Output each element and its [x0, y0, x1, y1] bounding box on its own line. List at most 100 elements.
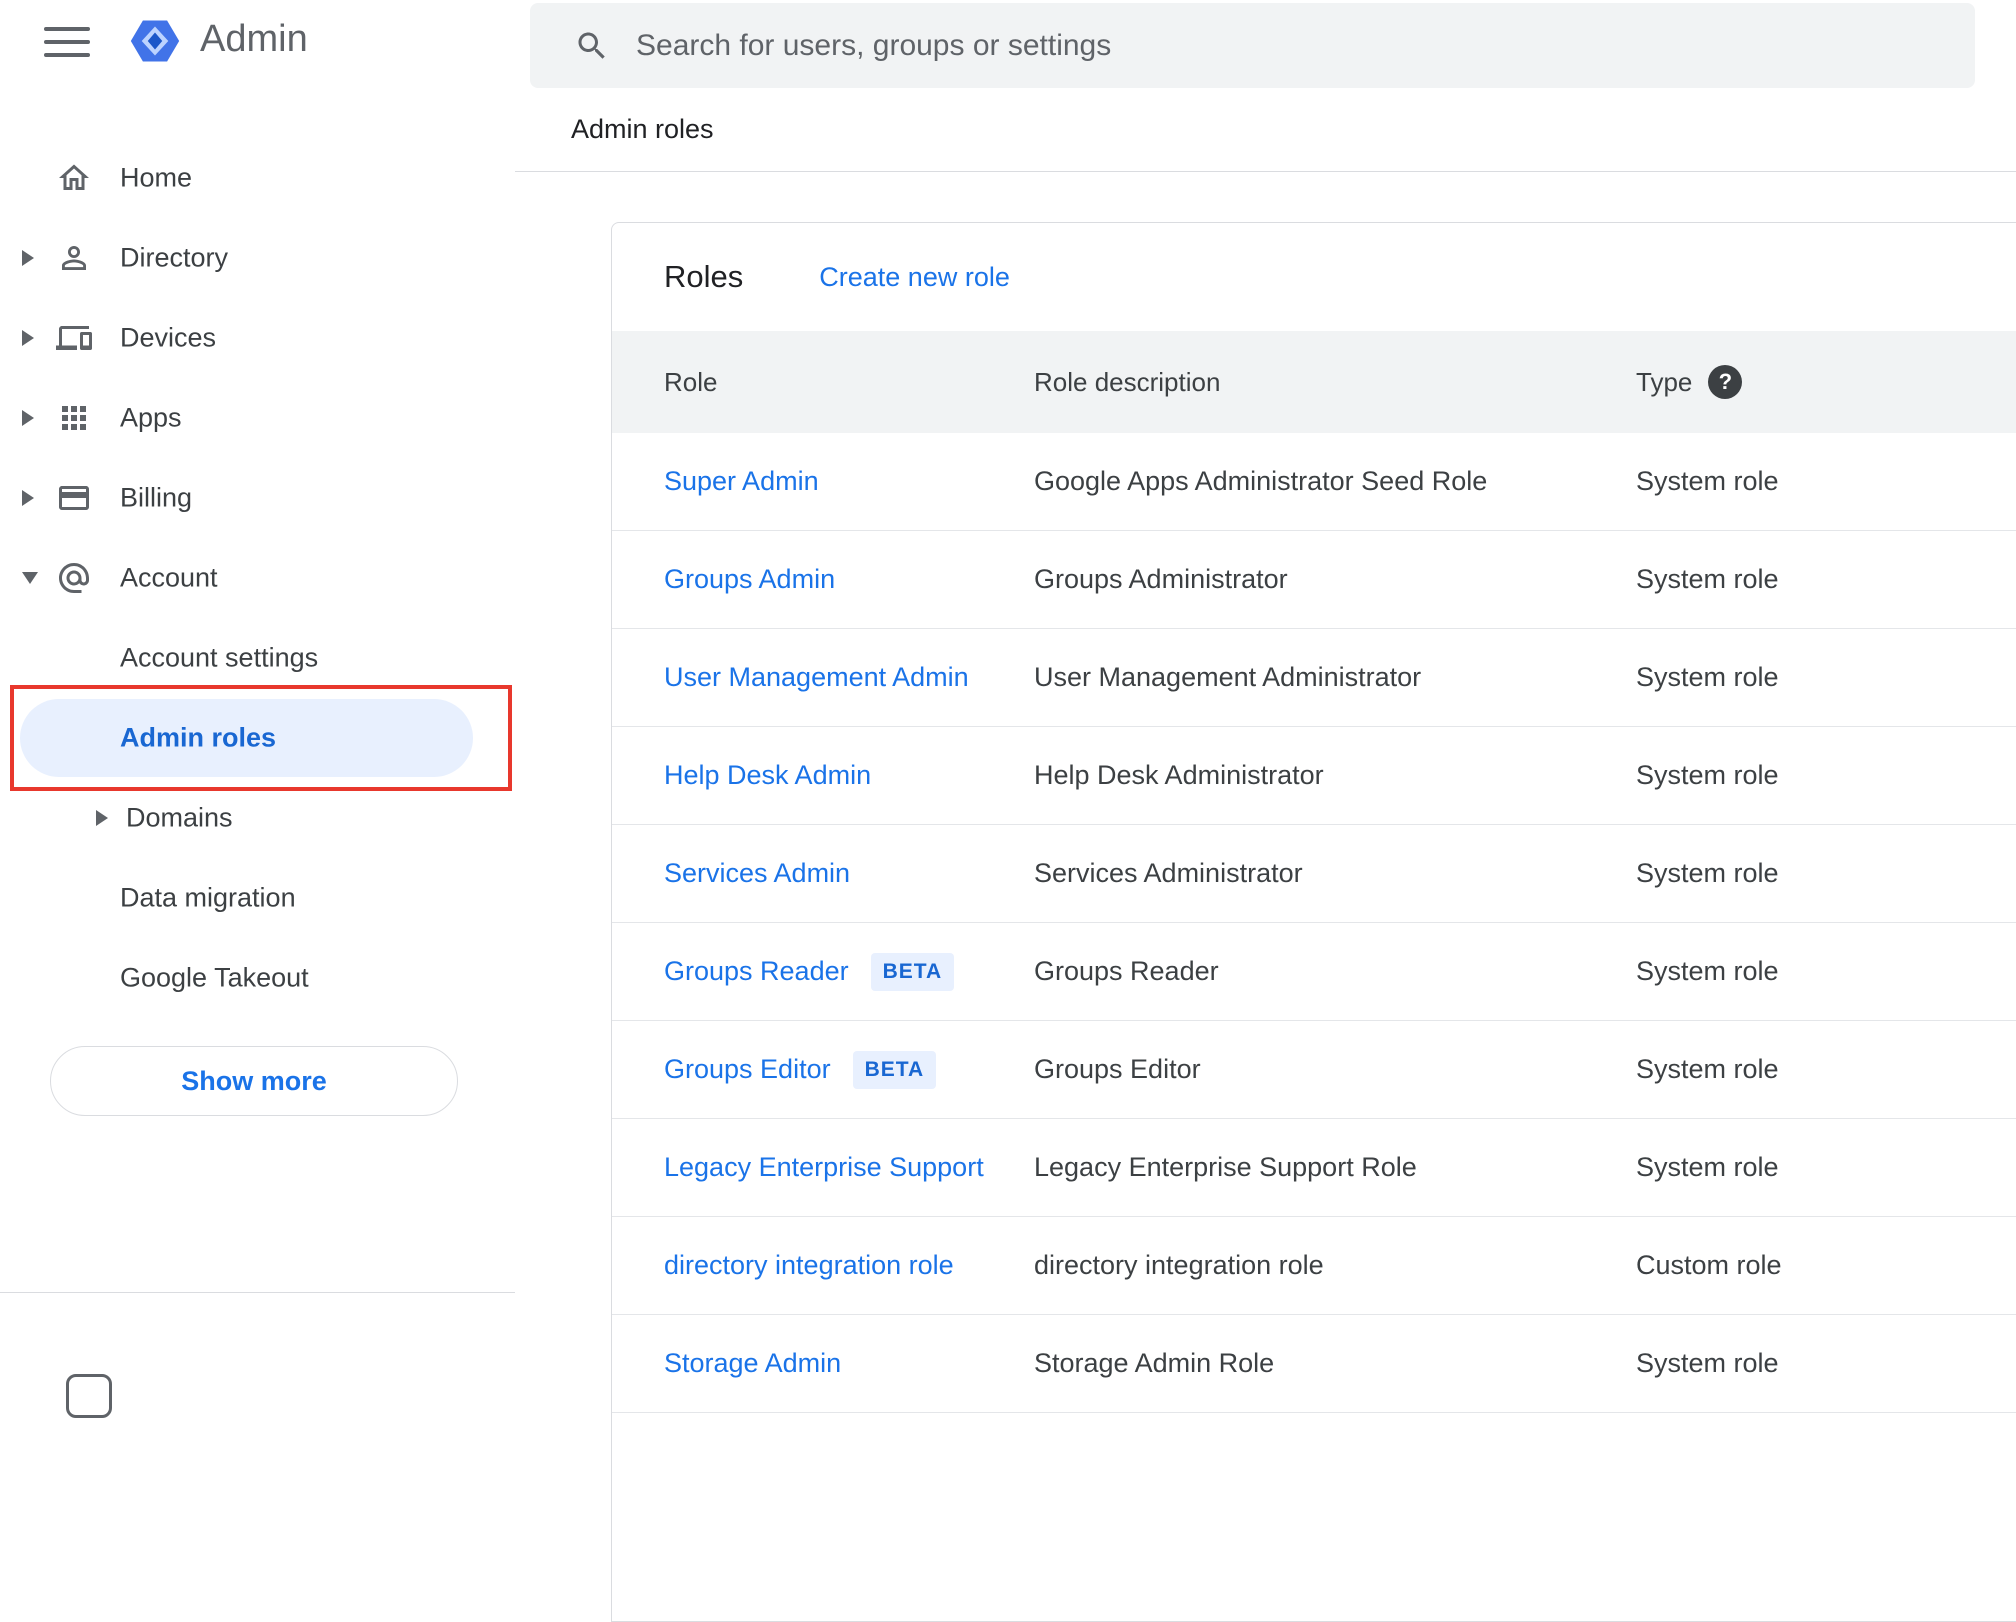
role-link[interactable]: Storage Admin [664, 1348, 841, 1379]
column-header-label: Role [664, 367, 717, 397]
app-title: Admin [200, 18, 308, 61]
column-header-role-description: Role description [1034, 367, 1636, 398]
breadcrumb-bar: Admin roles [515, 88, 2016, 172]
sidebar-item-home[interactable]: Home [0, 138, 515, 218]
sidebar-item-directory[interactable]: Directory [0, 218, 515, 298]
role-cell: directory integration role [664, 1250, 1034, 1281]
sidebar-item-google-takeout[interactable]: Google Takeout [0, 938, 515, 1018]
chevron-right-icon[interactable] [96, 810, 108, 826]
beta-badge: BETA [853, 1051, 937, 1089]
role-cell: Help Desk Admin [664, 760, 1034, 791]
sidebar-item-data-migration[interactable]: Data migration [0, 858, 515, 938]
role-link[interactable]: directory integration role [664, 1250, 954, 1281]
search-bar[interactable] [530, 3, 1975, 88]
column-header-label: Role description [1034, 367, 1220, 397]
role-link[interactable]: Legacy Enterprise Support [664, 1152, 984, 1183]
role-type: System role [1636, 466, 2016, 497]
role-link[interactable]: Groups Admin [664, 564, 835, 595]
person-icon [56, 240, 92, 276]
feedback-icon[interactable] [66, 1374, 112, 1418]
table-row: Groups EditorBETAGroups EditorSystem rol… [612, 1021, 2016, 1119]
roles-card: Roles Create new role Role Role descripti… [611, 222, 2016, 1622]
sidebar-item-admin-roles[interactable]: Admin roles [0, 698, 515, 778]
sidebar-header: Admin [0, 0, 515, 90]
role-link[interactable]: Groups Editor [664, 1054, 831, 1085]
role-cell: Services Admin [664, 858, 1034, 889]
sidebar-item-domains[interactable]: Domains [0, 778, 515, 858]
role-type: System role [1636, 564, 2016, 595]
role-description: User Management Administrator [1034, 662, 1636, 693]
beta-badge: BETA [871, 953, 955, 991]
sidebar-item-label: Home [120, 163, 192, 194]
sidebar-nav: Home Directory Devices Apps Billing Account Ac… [0, 90, 515, 1018]
role-link[interactable]: Help Desk Admin [664, 760, 871, 791]
table-row: Groups AdminGroups AdministratorSystem r… [612, 531, 2016, 629]
role-cell: Groups Editor BETA [664, 1051, 1034, 1089]
sidebar-item-label: Account settings [120, 643, 318, 674]
sidebar-item-label: Apps [120, 403, 182, 434]
home-icon [56, 160, 92, 196]
table-row: Storage AdminStorage Admin RoleSystem ro… [612, 1315, 2016, 1413]
sidebar-item-label: Google Takeout [120, 963, 309, 994]
sidebar-item-account-settings[interactable]: Account settings [0, 618, 515, 698]
role-description: Google Apps Administrator Seed Role [1034, 466, 1636, 497]
role-link[interactable]: Super Admin [664, 466, 819, 497]
devices-icon [56, 320, 92, 356]
chevron-right-icon[interactable] [22, 410, 34, 426]
apps-icon [56, 400, 92, 436]
role-description: Legacy Enterprise Support Role [1034, 1152, 1636, 1183]
menu-icon[interactable] [44, 27, 90, 57]
show-more-button[interactable]: Show more [50, 1046, 458, 1116]
sidebar-item-devices[interactable]: Devices [0, 298, 515, 378]
role-cell: Super Admin [664, 466, 1034, 497]
role-description: Services Administrator [1034, 858, 1636, 889]
sidebar-item-apps[interactable]: Apps [0, 378, 515, 458]
role-type: Custom role [1636, 1250, 2016, 1281]
table-row: Help Desk Admin Help Desk AdministratorSy… [612, 727, 2016, 825]
sidebar-item-label: Data migration [120, 883, 296, 914]
role-link[interactable]: User Management Admin [664, 662, 969, 693]
role-type: System role [1636, 858, 2016, 889]
help-icon[interactable]: ? [1708, 365, 1742, 399]
sidebar-item-label: Admin roles [120, 723, 276, 754]
search-icon [574, 28, 610, 64]
table-row: User Management Admin User Management Adm… [612, 629, 2016, 727]
role-link[interactable]: Services Admin [664, 858, 850, 889]
role-type: System role [1636, 760, 2016, 791]
role-description: Groups Reader [1034, 956, 1636, 987]
role-description: Help Desk Administrator [1034, 760, 1636, 791]
sidebar: Admin Home Directory Devices Apps Billing Acc… [0, 0, 515, 1396]
role-type: System role [1636, 662, 2016, 693]
column-header-label: Type [1636, 367, 1692, 398]
role-description: Groups Editor [1034, 1054, 1636, 1085]
role-cell: Legacy Enterprise Support [664, 1152, 1034, 1183]
table-row: Legacy Enterprise Support Legacy Enterpri… [612, 1119, 2016, 1217]
sidebar-item-account[interactable]: Account [0, 538, 515, 618]
sidebar-item-label: Domains [126, 803, 233, 834]
chevron-right-icon[interactable] [22, 330, 34, 346]
table-row: Groups ReaderBETAGroups ReaderSystem rol… [612, 923, 2016, 1021]
role-description: directory integration role [1034, 1250, 1636, 1281]
sidebar-item-label: Devices [120, 323, 216, 354]
table-row: Services Admin Services AdministratorSyst… [612, 825, 2016, 923]
page-title: Roles [664, 259, 743, 295]
sidebar-item-label: Account [120, 563, 218, 594]
at-icon [56, 560, 92, 596]
chevron-right-icon[interactable] [22, 250, 34, 266]
chevron-right-icon[interactable] [22, 490, 34, 506]
table-row: directory integration role directory inte… [612, 1217, 2016, 1315]
roles-table-header: Role Role description Type? [612, 331, 2016, 433]
create-new-role-link[interactable]: Create new role [819, 262, 1010, 293]
sidebar-item-label: Directory [120, 243, 228, 274]
role-type: System role [1636, 1152, 2016, 1183]
sidebar-item-billing[interactable]: Billing [0, 458, 515, 538]
chevron-down-icon[interactable] [22, 572, 38, 584]
role-link[interactable]: Groups Reader [664, 956, 849, 987]
search-input[interactable] [636, 29, 1975, 63]
role-type: System role [1636, 1054, 2016, 1085]
billing-icon [56, 480, 92, 516]
breadcrumb: Admin roles [571, 114, 714, 145]
column-header-type: Type? [1636, 365, 2016, 399]
role-description: Storage Admin Role [1034, 1348, 1636, 1379]
role-cell: Groups Reader BETA [664, 953, 1034, 991]
